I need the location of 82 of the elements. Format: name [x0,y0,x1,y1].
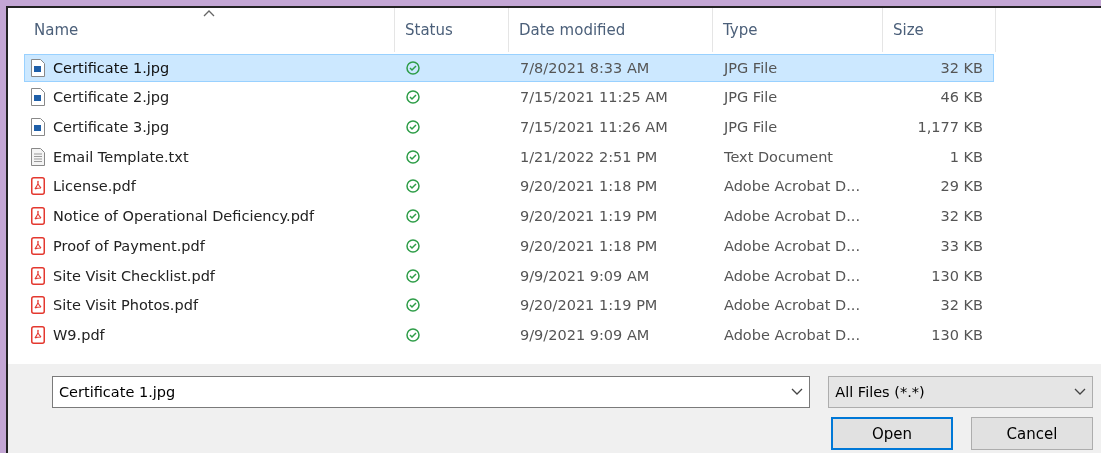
pdf-file-icon [31,266,45,285]
date-modified: 9/20/2021 1:18 PM [520,237,658,254]
file-row[interactable]: License.pdf 9/20/2021 1:18 PM Adobe Acrobat D... 29 KB [24,172,994,201]
file-name: Certificate 1.jpg [53,59,170,76]
file-row[interactable]: Certificate 2.jpg 7/15/2021 11:25 AM JPG File 46 KB [24,83,994,112]
check-circle-icon [406,149,420,164]
pdf-file-icon [31,207,45,226]
file-row[interactable]: Email Template.txt 1/21/2022 2:51 PM Text Document 1 KB [24,142,994,171]
check-circle-icon [406,179,420,194]
file-type: Adobe Acrobat D... [724,326,860,343]
file-row[interactable]: Site Visit Checklist.pdf 9/9/2021 9:09 AM Adobe Acrobat D... 130 KB [24,261,994,290]
file-size: 130 KB [931,326,983,343]
date-modified: 7/15/2021 11:25 AM [520,89,668,106]
check-circle-icon [406,238,420,253]
file-name: License.pdf [53,178,136,195]
file-row[interactable]: W9.pdf 9/9/2021 9:09 AM Adobe Acrobat D... 130 KB [24,320,994,349]
sort-ascending-icon [203,10,215,17]
file-row[interactable]: Notice of Operational Deficiency.pdf 9/20/2021 1:19 PM Adobe Acrobat D... 32 KB [24,202,994,231]
file-size: 130 KB [931,267,983,284]
file-name: Certificate 2.jpg [53,89,170,106]
check-circle-icon [406,327,420,342]
column-header[interactable]: Size [883,8,996,52]
file-name: Notice of Operational Deficiency.pdf [53,208,315,225]
file-name: Site Visit Checklist.pdf [53,267,215,284]
image-file-icon [31,88,45,107]
check-circle-icon [406,60,420,75]
file-name: Certificate 3.jpg [53,119,170,136]
image-file-icon [31,118,45,137]
file-name: Site Visit Photos.pdf [53,297,198,314]
pdf-file-icon [31,236,45,255]
pdf-file-icon [31,325,45,344]
file-size: 1 KB [949,148,983,165]
file-size: 46 KB [940,89,983,106]
check-circle-icon [406,209,420,224]
date-modified: 1/21/2022 2:51 PM [520,148,658,165]
file-type: Adobe Acrobat D... [724,267,860,284]
file-name: Email Template.txt [53,148,189,165]
date-modified: 9/9/2021 9:09 AM [520,267,650,284]
date-modified: 9/20/2021 1:18 PM [520,178,658,195]
file-type: Text Document [724,148,834,165]
file-name: W9.pdf [53,326,105,343]
column-header[interactable]: Date modified [509,8,713,52]
check-circle-icon [406,268,420,283]
check-circle-icon [406,298,420,313]
file-name-field[interactable]: Certificate 1.jpg [52,376,811,408]
date-modified: 9/20/2021 1:19 PM [520,297,658,314]
file-type-dropdown[interactable]: All Files (*.*) [828,376,1093,408]
file-size: 32 KB [940,208,983,225]
file-type: JPG File [724,59,778,76]
file-row[interactable]: Proof of Payment.pdf 9/20/2021 1:18 PM Adobe Acrobat D... 33 KB [24,231,994,260]
file-size: 33 KB [940,237,983,254]
file-type: JPG File [724,89,778,106]
date-modified: 9/20/2021 1:19 PM [520,208,658,225]
file-size: 1,177 KB [917,119,983,136]
pdf-file-icon [31,177,45,196]
file-size: 32 KB [940,297,983,314]
text-file-icon [31,147,45,166]
file-type: Adobe Acrobat D... [724,208,860,225]
column-header[interactable]: Name [24,8,395,52]
check-circle-icon [406,120,420,135]
check-circle-icon [406,90,420,105]
file-size: 32 KB [940,59,983,76]
file-row[interactable]: Certificate 1.jpg 7/8/2021 8:33 AM JPG File 32 KB [24,53,994,82]
cancel-button[interactable]: Cancel [971,417,1093,450]
column-header[interactable]: Status [395,8,509,52]
file-type: Adobe Acrobat D... [724,237,860,254]
file-type: Adobe Acrobat D... [724,297,860,314]
file-size: 29 KB [940,178,983,195]
file-type: JPG File [724,119,778,136]
date-modified: 7/8/2021 8:33 AM [520,59,650,76]
date-modified: 9/9/2021 9:09 AM [520,326,650,343]
pdf-file-icon [31,296,45,315]
file-row[interactable]: Certificate 3.jpg 7/15/2021 11:26 AM JPG File 1,177 KB [24,113,994,142]
chevron-down-icon[interactable] [1074,388,1086,396]
open-button[interactable]: Open [831,417,953,450]
chevron-down-icon[interactable] [791,388,804,396]
file-row[interactable]: Site Visit Photos.pdf 9/20/2021 1:19 PM Adobe Acrobat D... 32 KB [24,291,994,320]
column-header[interactable]: Type [713,8,883,52]
date-modified: 7/15/2021 11:26 AM [520,119,668,136]
file-name: Proof of Payment.pdf [53,237,205,254]
image-file-icon [31,58,45,77]
file-type: Adobe Acrobat D... [724,178,860,195]
